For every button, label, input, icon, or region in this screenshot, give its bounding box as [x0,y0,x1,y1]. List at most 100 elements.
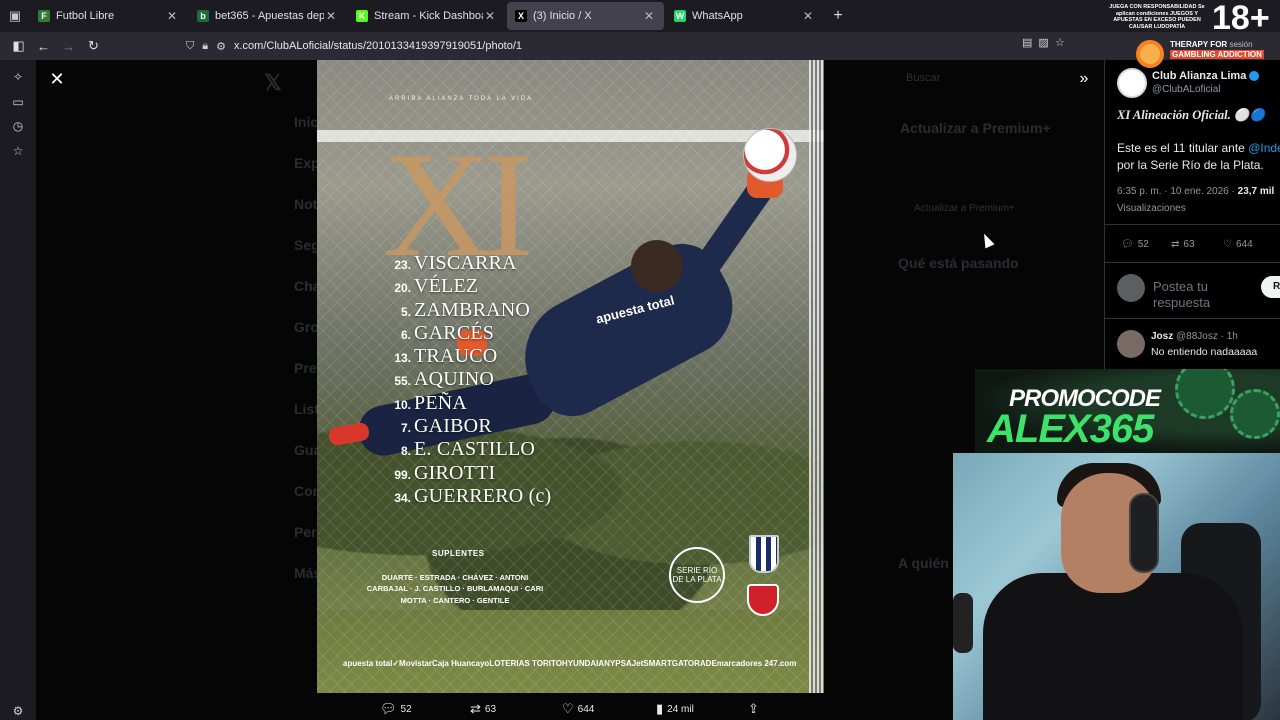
casino-chip-icon [1175,369,1235,419]
tab-favicon-icon: K [356,10,368,22]
player-name: VISCARRA [414,252,517,274]
player-name: GIROTTI [414,461,496,484]
therapy-line2: GAMBLING ADDICTION [1170,50,1264,59]
ghost-search: Buscar [906,72,941,84]
reply-input[interactable]: Postea tu respuesta [1153,279,1233,311]
tab-close-icon[interactable]: ✕ [324,9,338,23]
promo-code-overlay: PROMOCODE ALEX365 [975,369,1280,453]
tweet-time[interactable]: 6:35 p. m. · 10 ene. 2026 · [1117,186,1238,197]
close-media-button[interactable]: ✕ [48,70,66,88]
lineup-photo[interactable]: ARRIBA ALIANZA TODA LA VIDA XI apuesta t… [317,60,824,693]
tab-3[interactable]: X (3) Inicio / X ✕ [507,2,664,30]
reply-count: 52 [400,703,412,715]
lineup-row: 99. GIROTTI [385,462,551,485]
photo-like-action[interactable]: ♡ 644 [562,701,594,717]
history-icon[interactable]: ◷ [10,118,26,134]
commenter-avatar[interactable] [1117,330,1145,358]
commenter-name[interactable]: Josz [1151,331,1173,342]
tab-bar: ▣ FFutbol Libre✕bbet365 - Apuestas depor… [0,0,1280,32]
player-name: VÉLEZ [414,275,479,298]
tab-close-icon[interactable]: ✕ [483,9,497,23]
ai-chatbot-icon[interactable]: ✧ [10,69,26,85]
tab-1[interactable]: b bet365 - Apuestas deportivas e✕ [189,2,346,30]
photo-repost-action[interactable]: ⇄ 63 [470,701,496,717]
synced-tabs-icon[interactable]: ▭ [10,94,26,110]
divider [1105,262,1280,263]
therapy-text: THERAPY FOR sesión GAMBLING ADDICTION [1170,40,1270,60]
session-label: sesión [1229,40,1253,49]
sponsor-logo: LOTERIAS TORITO [489,658,562,668]
lineup-row: 10. PEÑA [385,392,551,415]
photo-views-action[interactable]: ▮ 24 mil [656,701,694,717]
tab-2[interactable]: K Stream - Kick Dashboard✕ [348,2,505,30]
tweet-detail-pane: Club Alianza Lima @ClubALoficial XI Alin… [1104,60,1280,370]
permissions-icon[interactable]: ⚙︎ [216,40,226,53]
tweet-timestamp[interactable]: 6:35 p. m. · 10 ene. 2026 · 23,7 mil [1117,186,1274,197]
tab-title[interactable]: (3) Inicio / X [533,10,642,22]
player-number: 34. [394,490,411,505]
tab-overview-icon[interactable]: ▣ [0,0,30,32]
tab-title[interactable]: Futbol Libre [56,10,165,22]
player-number: 10. [394,397,411,412]
views-count: 24 mil [667,703,694,715]
new-tab-button[interactable]: + [825,7,851,25]
club-avatar[interactable] [1117,68,1147,98]
player-number: 8. [400,444,411,459]
player-name: PEÑA [414,391,468,414]
subs-line: MOTTA · CANTERO · GENTILE [400,596,510,605]
tweet-handle[interactable]: @ClubALoficial [1152,84,1221,95]
player-number: 55. [394,374,411,389]
url-text[interactable]: x.com/ClubALoficial/status/2010133419397… [234,40,522,52]
sponsor-strip: apuesta total ✓ Movistar Caja Huancayo LOTER… [317,648,809,678]
photo-reply-action[interactable]: 💬︎ 52 [380,701,412,717]
photo-share-action[interactable]: ⇪ [748,701,759,717]
tweet-like-stat[interactable]: ♡ 644 [1223,239,1253,250]
independiente-crest-icon [747,584,779,616]
tab-title[interactable]: WhatsApp [692,10,801,22]
tweet-body-line2: por la Serie Río de la Plata. [1117,158,1264,172]
reader-view-icon[interactable]: ▤ [1022,36,1032,49]
like-count: 644 [577,703,595,715]
tab-close-icon[interactable]: ✕ [642,9,656,23]
lineup-row: 6. GARCÉS [385,322,551,345]
screenshot-icon[interactable]: ▨ [1038,36,1048,49]
player-name: AQUINO [414,368,495,391]
sponsor-logo: apuesta total [343,658,393,668]
forward-button[interactable]: → [56,34,81,58]
settings-gear-icon[interactable]: ⚙ [10,703,26,719]
sidebar-toggle-icon[interactable]: ◧ [6,34,31,58]
tab-4[interactable]: W WhatsApp ✕ [666,2,823,30]
tab-title[interactable]: bet365 - Apuestas deportivas e [215,10,324,22]
reload-button[interactable]: ↻ [81,34,106,58]
tweet-mention[interactable]: @Inde [1248,141,1280,155]
tab-list: FFutbol Libre✕bbet365 - Apuestas deporti… [30,0,825,32]
repost-icon: ⇄ [1171,239,1180,250]
tab-0[interactable]: F Futbol Libre ✕ [30,2,187,30]
shield-icon[interactable]: ⛉ [186,40,194,53]
back-button[interactable]: ← [31,34,56,58]
heart-icon: ♡ [1223,239,1232,250]
sponsor-logo: GATORADE [671,658,717,668]
tab-close-icon[interactable]: ✕ [165,9,179,23]
reply-button[interactable]: Re [1261,276,1280,298]
author-name[interactable]: Club Alianza Lima [1152,70,1246,82]
tab-title[interactable]: Stream - Kick Dashboard [374,10,483,22]
bookmark-star-icon[interactable]: ☆ [1055,36,1065,49]
expand-panel-icon[interactable]: » [1074,70,1094,90]
browser-sidebar: ✧ ▭ ◷ ☆ ⚙ [0,60,36,720]
address-actions: ▤ ▨ ☆ [1022,36,1065,49]
sponsor-logo: HYUNDAI [561,658,599,668]
address-bar[interactable]: ⛉ 🔒︎ ⚙︎ x.com/ClubALoficial/status/20101… [186,35,1086,57]
tab-close-icon[interactable]: ✕ [801,9,815,23]
lock-icon[interactable]: 🔒︎ [202,40,208,53]
lineup-list: 23. VISCARRA 20. VÉLEZ 5. ZAMBRANO 6. GARCÉS 13.… [385,252,551,508]
bookmarks-icon[interactable]: ☆ [10,143,26,159]
tab-favicon-icon: W [674,10,686,22]
user-avatar [1117,274,1145,302]
comment-header[interactable]: Josz @88Josz · 1h [1151,331,1238,342]
photo-tagline: ARRIBA ALIANZA TODA LA VIDA [389,96,534,102]
player-name: GAIBOR [414,415,492,438]
tweet-reply-stat[interactable]: 💬︎ 52 [1121,239,1149,250]
tweet-author[interactable]: Club Alianza Lima [1152,70,1260,82]
tweet-repost-stat[interactable]: ⇄ 63 [1171,239,1195,250]
